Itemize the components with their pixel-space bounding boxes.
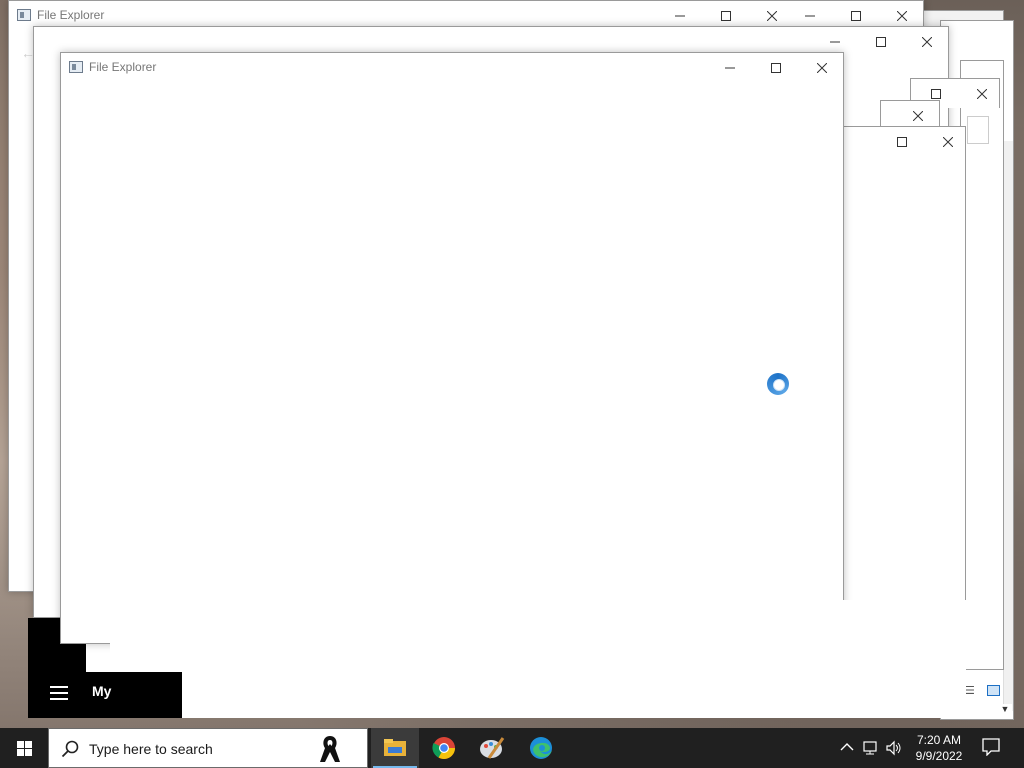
- view-large-icons-icon[interactable]: [987, 685, 1000, 696]
- window-title: File Explorer: [37, 8, 105, 22]
- scroll-down-icon[interactable]: ▼: [998, 704, 1012, 718]
- chevron-up-icon[interactable]: [840, 740, 854, 754]
- window-body-extension: [110, 600, 966, 718]
- taskbar-search-box[interactable]: Type here to search: [48, 728, 368, 768]
- view-details-icon[interactable]: ☰: [965, 684, 981, 698]
- search-placeholder: Type here to search: [89, 741, 213, 757]
- volume-icon[interactable]: [886, 740, 902, 756]
- hamburger-menu-icon[interactable]: [50, 686, 68, 700]
- maximize-icon: [771, 63, 781, 73]
- clock-date: 9/9/2022: [915, 749, 963, 763]
- maximize-icon: [931, 89, 941, 99]
- minimize-icon: [675, 15, 685, 17]
- window-title: File Explorer: [89, 60, 157, 74]
- paint-icon: [480, 737, 505, 759]
- start-button[interactable]: [0, 728, 48, 768]
- close-button[interactable]: [799, 53, 843, 83]
- close-button-4[interactable]: [959, 79, 1005, 109]
- maximize-icon: [851, 11, 861, 21]
- minimize-button[interactable]: [707, 53, 753, 83]
- taskbar: Type here to search 7:20 AM 9/9/2022: [0, 728, 1024, 768]
- loading-spinner-icon: [767, 373, 789, 395]
- maximize-icon: [897, 137, 907, 147]
- maximize-icon: [721, 11, 731, 21]
- close-icon: [767, 11, 777, 21]
- taskbar-edge[interactable]: [517, 728, 565, 768]
- close-button-6[interactable]: [925, 127, 971, 157]
- taskbar-paint[interactable]: [468, 728, 516, 768]
- edge-icon: [530, 737, 552, 759]
- taskbar-chrome[interactable]: [420, 728, 468, 768]
- clock-time: 7:20 AM: [916, 733, 962, 747]
- awareness-ribbon-icon[interactable]: [317, 734, 343, 764]
- close-icon: [943, 137, 953, 147]
- maximize-button[interactable]: [753, 53, 799, 83]
- close-icon: [897, 11, 907, 21]
- start-menu-partial-text: My: [92, 683, 112, 699]
- minimize-icon: [805, 15, 815, 17]
- close-icon: [817, 63, 827, 73]
- desktop: File Explorer ← ☰ ▼ File Explorer My: [0, 0, 1024, 728]
- close-icon: [913, 111, 923, 121]
- maximize-button-3[interactable]: [858, 27, 904, 57]
- file-explorer-window-front[interactable]: File Explorer: [60, 52, 844, 644]
- notification-center-icon[interactable]: [982, 738, 1000, 756]
- windows-logo-icon: [17, 741, 24, 748]
- network-icon[interactable]: [863, 740, 879, 756]
- system-clock[interactable]: 7:20 AM 9/9/2022: [908, 732, 970, 764]
- render-artifact: [28, 644, 86, 674]
- file-explorer-icon: [69, 61, 83, 73]
- search-icon: [61, 740, 79, 758]
- folder-icon: [384, 739, 406, 756]
- minimize-icon: [725, 67, 735, 69]
- close-button-3[interactable]: [904, 27, 948, 57]
- chrome-icon: [432, 737, 455, 759]
- close-icon: [922, 37, 932, 47]
- minimize-icon: [830, 41, 840, 43]
- taskbar-file-explorer[interactable]: [371, 728, 419, 768]
- maximize-icon: [876, 37, 886, 47]
- file-explorer-icon: [17, 9, 31, 21]
- titlebar[interactable]: File Explorer: [61, 53, 843, 83]
- close-icon: [977, 89, 987, 99]
- windows-logo-icon-part: [17, 749, 24, 756]
- maximize-button-5[interactable]: [879, 127, 925, 157]
- windows-logo-icon-part: [25, 749, 32, 756]
- windows-logo-icon-part: [25, 741, 32, 748]
